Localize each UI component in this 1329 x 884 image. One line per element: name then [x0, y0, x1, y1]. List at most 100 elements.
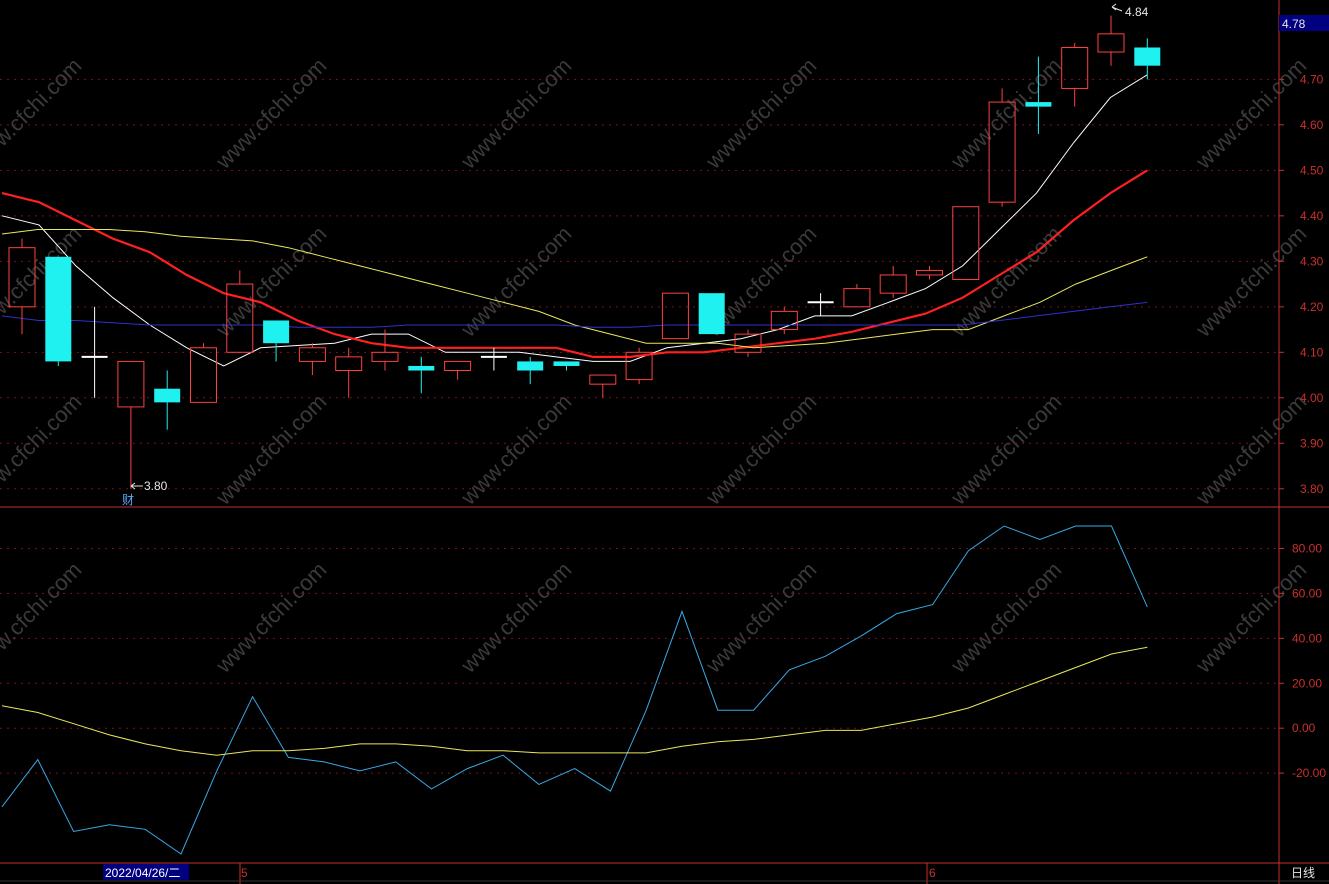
watermark-text: www.cfchi.com [1190, 221, 1311, 342]
watermark-text: www.cfchi.com [455, 53, 576, 174]
candle-body [517, 361, 544, 371]
watermark-text: www.cfchi.com [210, 53, 331, 174]
candle [843, 284, 871, 308]
candle-body [298, 347, 326, 362]
price-tick-label: 4.10 [1300, 345, 1324, 359]
candle [335, 347, 363, 398]
price-tick-label: 4.40 [1300, 209, 1324, 223]
stock-chart: www.cfchi.com www.cfchi.com www.cfchi.com w… [0, 0, 1329, 884]
candle-body [553, 361, 580, 366]
candle-body [843, 288, 871, 308]
price-tick-label: 4.20 [1300, 300, 1324, 314]
candle-body [661, 292, 689, 340]
high-marker-arrow [1111, 3, 1123, 12]
watermark-text: www.cfchi.com [945, 53, 1066, 174]
candlestick-series [8, 15, 1161, 489]
date-label: 2022/04/26/二 [105, 866, 180, 880]
candle [916, 265, 943, 280]
indicator-tick-label: 20.00 [1292, 676, 1322, 690]
indicator-tick-label: 0.00 [1292, 721, 1316, 735]
price-tick-label: 3.90 [1300, 436, 1324, 450]
price-tick-label: 4.50 [1300, 163, 1324, 177]
candle [517, 356, 544, 385]
candle-body [45, 256, 72, 362]
candle [298, 343, 326, 376]
price-tick-label: 4.30 [1300, 254, 1324, 268]
indicator-tick-label: -20.00 [1292, 766, 1326, 780]
watermark-text: www.cfchi.com [945, 389, 1066, 510]
high-marker: 4.84 [1125, 5, 1149, 19]
candle [952, 206, 980, 281]
indicator-tick-label: 40.00 [1292, 631, 1322, 645]
indicator-tick-label: 80.00 [1292, 541, 1322, 555]
candle-body [916, 269, 943, 276]
candle [263, 320, 290, 362]
candle [408, 356, 435, 394]
price-tick-label: 4.00 [1300, 391, 1324, 405]
candle-body [952, 206, 980, 281]
candle-body [1134, 47, 1161, 66]
candle-body [335, 356, 363, 372]
candle-body [154, 388, 181, 403]
watermark-text: www.cfchi.com [0, 221, 86, 342]
watermark-text: www.cfchi.com [0, 53, 86, 174]
candle [117, 360, 145, 489]
month-label-jun: 6 [929, 866, 936, 880]
low-marker: 3.80 [144, 479, 168, 493]
watermark-text: www.cfchi.com [1190, 53, 1311, 174]
watermark-layer: www.cfchi.com www.cfchi.com www.cfchi.com w… [0, 53, 1311, 678]
price-tick-label: 3.80 [1300, 482, 1324, 496]
candle [444, 360, 472, 380]
price-tick-label: 4.70 [1300, 72, 1324, 86]
candle [45, 256, 72, 366]
current-price-tag: 4.78 [1282, 17, 1306, 31]
watermark-text: www.cfchi.com [700, 53, 821, 174]
period-label[interactable]: 日线 [1291, 866, 1315, 880]
candle-body [1097, 33, 1125, 53]
month-label-may: 5 [241, 866, 248, 880]
candle [770, 306, 798, 335]
financial-event-marker: 财 [122, 493, 134, 507]
watermark-text: www.cfchi.com [1190, 557, 1311, 678]
candle-body [698, 293, 725, 335]
watermark-text: www.cfchi.com [0, 557, 86, 678]
candle-body [1025, 102, 1052, 107]
watermark-text: www.cfchi.com [700, 557, 821, 678]
candle [625, 347, 653, 385]
watermark-text: www.cfchi.com [0, 389, 86, 510]
candle-body [263, 320, 290, 344]
candle [879, 265, 907, 298]
watermark-text: www.cfchi.com [210, 389, 331, 510]
candle [371, 329, 399, 371]
candle-body [371, 351, 399, 362]
chart-frame [0, 0, 1329, 884]
candle [480, 347, 507, 371]
candle [734, 329, 762, 357]
candle [154, 370, 181, 430]
candle-body [444, 360, 472, 372]
grid-lines [0, 78, 1279, 774]
candle [661, 292, 689, 340]
candle [1061, 42, 1089, 107]
watermark-text: www.cfchi.com [455, 221, 576, 342]
candle [807, 293, 834, 316]
watermark-text: www.cfchi.com [945, 221, 1066, 342]
candle-body [589, 374, 617, 385]
candle-body [1061, 46, 1089, 89]
watermark-text: www.cfchi.com [1190, 389, 1311, 510]
watermark-text: www.cfchi.com [455, 557, 576, 678]
low-marker-arrow [130, 482, 143, 490]
candle-body [117, 360, 145, 408]
candle [553, 361, 580, 371]
candle [1134, 38, 1161, 80]
watermark-text: www.cfchi.com [455, 389, 576, 510]
price-tick-label: 4.60 [1300, 118, 1324, 132]
watermark-text: www.cfchi.com [945, 557, 1066, 678]
watermark-text: www.cfchi.com [210, 557, 331, 678]
indicator-tick-label: 60.00 [1292, 586, 1322, 600]
candle [1097, 15, 1125, 66]
candle-body [879, 274, 907, 294]
candle [589, 374, 617, 398]
candle-body [408, 365, 435, 371]
candle [698, 293, 725, 335]
